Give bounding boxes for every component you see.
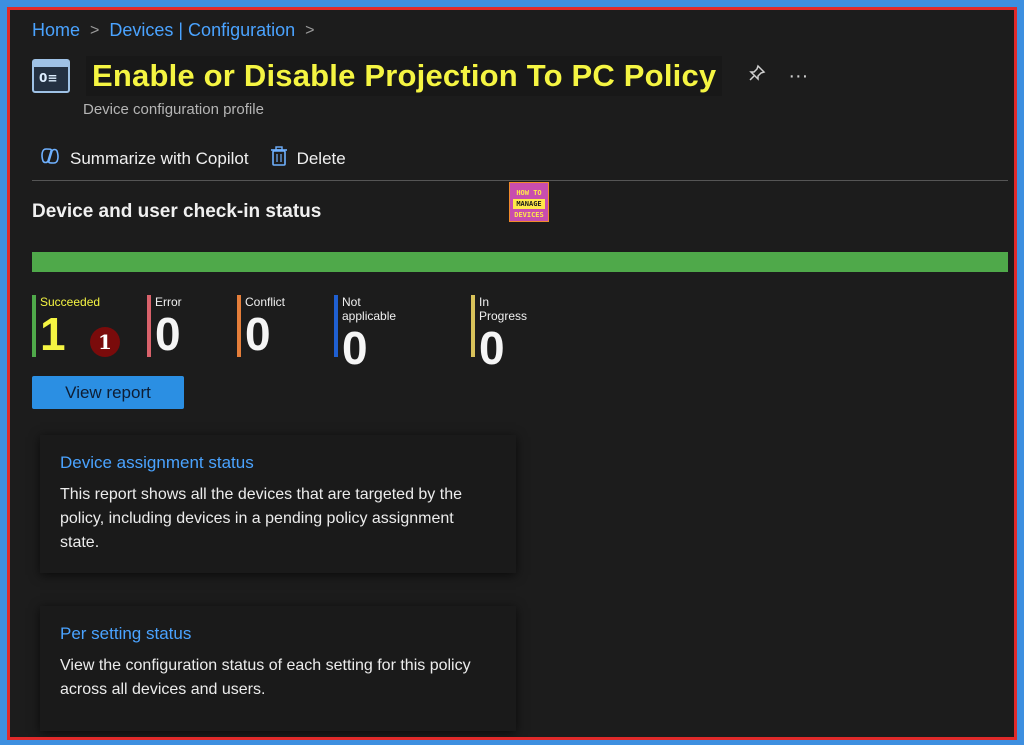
card-body: This report shows all the devices that a… [60,486,462,551]
succeeded-color-bar [32,295,36,357]
stat-in-progress[interactable]: In Progress 0 [471,295,528,373]
annotation-badge: 1 [90,327,120,357]
more-icon[interactable]: ··· [788,65,808,88]
stat-label: Not applicable [342,295,397,323]
stat-value: 0 [479,322,505,374]
device-assignment-card[interactable]: Device assignment status This report sho… [40,435,516,573]
chevron-right-icon: > [305,21,315,39]
stat-conflict[interactable]: Conflict 0 [237,295,286,360]
not-applicable-color-bar [334,295,338,357]
pin-icon[interactable] [748,64,766,88]
in-progress-color-bar [471,295,475,357]
portal-frame: Home > Devices | Configuration > 0≡ Enab… [7,7,1017,740]
delete-button[interactable]: Delete [270,146,346,171]
checkin-status-bar [32,252,1008,272]
stat-label: Succeeded [40,295,101,309]
divider [32,180,1008,181]
card-title[interactable]: Device assignment status [60,453,496,473]
breadcrumb-home[interactable]: Home [32,20,80,41]
stat-not-applicable[interactable]: Not applicable 0 [334,295,397,373]
error-color-bar [147,295,151,357]
stat-succeeded[interactable]: Succeeded 1 1 [32,295,120,359]
per-setting-card[interactable]: Per setting status View the configuratio… [40,606,516,731]
stat-value: 0 [342,322,368,374]
stat-label: In Progress [479,295,528,323]
stat-label: Error [155,295,182,309]
stat-error[interactable]: Error 0 [147,295,182,360]
conflict-color-bar [237,295,241,357]
delete-label: Delete [296,148,346,168]
stat-value: 0 [245,308,271,360]
card-body: View the configuration status of each se… [60,657,471,698]
title-row: 0≡ Enable or Disable Projection To PC Po… [32,56,808,96]
card-title[interactable]: Per setting status [60,624,496,644]
chevron-right-icon: > [90,21,100,39]
summarize-copilot-button[interactable]: Summarize with Copilot [40,146,249,171]
command-bar: Summarize with Copilot Delete [40,146,346,171]
view-report-button[interactable]: View report [32,376,184,409]
howtomanagedevices-logo: HOW TO MANAGE DEVICES [509,182,549,222]
page-subtitle: Device configuration profile [83,101,264,118]
breadcrumb: Home > Devices | Configuration > [32,20,314,41]
stat-label: Conflict [245,295,286,309]
page-title: Enable or Disable Projection To PC Polic… [86,56,723,96]
checkin-status-heading: Device and user check-in status [32,201,322,222]
profile-icon: 0≡ [32,59,70,93]
trash-icon [270,146,287,171]
copilot-icon [40,147,60,170]
breadcrumb-devices-configuration[interactable]: Devices | Configuration [109,20,295,41]
stat-value: 0 [155,308,181,360]
summarize-copilot-label: Summarize with Copilot [70,148,249,168]
